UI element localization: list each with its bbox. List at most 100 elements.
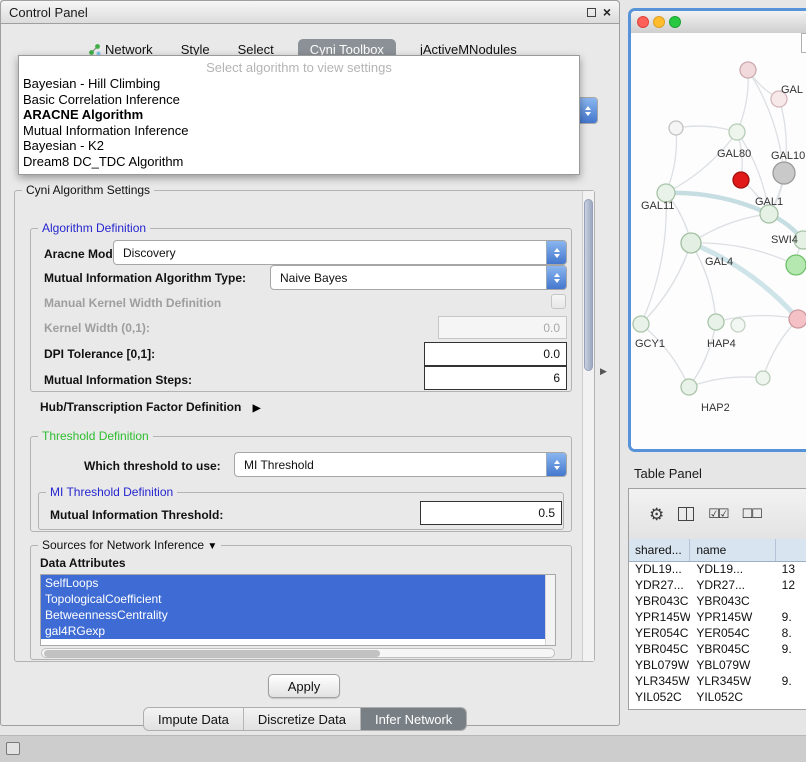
- network-node[interactable]: [708, 314, 724, 330]
- dpi-tolerance-field[interactable]: 0.0: [424, 342, 567, 366]
- attribute-item[interactable]: TopologicalCoefficient: [41, 591, 546, 607]
- column-header-name[interactable]: name: [690, 539, 775, 561]
- which-threshold-label: Which threshold to use:: [84, 459, 221, 473]
- settings-scrollbar-thumb[interactable]: [584, 199, 593, 371]
- table-row[interactable]: YER054CYER054C8.: [629, 625, 806, 641]
- network-edge: [763, 319, 798, 378]
- network-node[interactable]: [740, 62, 756, 78]
- algorithm-option-selected[interactable]: ARACNE Algorithm: [19, 107, 579, 123]
- dpi-tolerance-label: DPI Tolerance [0,1]:: [44, 347, 155, 361]
- network-node[interactable]: [633, 316, 649, 332]
- mi-steps-field[interactable]: 6: [424, 366, 567, 390]
- network-edge: [691, 243, 798, 319]
- network-edge: [666, 193, 769, 214]
- close-icon[interactable]: ×: [603, 6, 611, 18]
- mi-threshold-value: 0.5: [538, 506, 555, 520]
- tab-discretize-data[interactable]: Discretize Data: [243, 708, 360, 730]
- algorithm-option[interactable]: Bayesian - Hill Climbing: [19, 76, 579, 92]
- algorithm-option[interactable]: Dream8 DC_TDC Algorithm: [19, 154, 579, 170]
- attribute-item[interactable]: SelfLoops: [41, 575, 546, 591]
- network-node[interactable]: [756, 371, 770, 385]
- network-node[interactable]: [669, 121, 683, 135]
- algorithm-definition-title: Algorithm Definition: [38, 221, 150, 235]
- hub-definition-disclosure[interactable]: Hub/Transcription Factor Definition ▶: [40, 400, 260, 416]
- network-canvas[interactable]: GALGAL80GAL10GAL11GAL1SWI4GAL4GCY1HAP4HA…: [631, 33, 806, 449]
- network-node[interactable]: [731, 318, 745, 332]
- table-cell: YLR345W: [690, 673, 775, 689]
- apply-button[interactable]: Apply: [268, 674, 340, 698]
- network-node[interactable]: [789, 310, 806, 328]
- column-header-extra[interactable]: [776, 539, 806, 561]
- network-edge: [666, 128, 677, 193]
- canvas-corner-box[interactable]: [801, 33, 806, 53]
- table-cell: 9.: [776, 641, 806, 657]
- table-row[interactable]: YDL19...YDL19...13: [629, 561, 806, 577]
- manual-kernel-checkbox[interactable]: [551, 294, 566, 309]
- network-node[interactable]: [729, 124, 745, 140]
- sources-title: Sources for Network Inference: [42, 538, 204, 552]
- table-cell: YBR045C: [690, 641, 775, 657]
- network-edge: [737, 70, 748, 132]
- table-cell: YBR043C: [690, 593, 775, 609]
- splitter-collapse-arrow[interactable]: ▶: [600, 366, 607, 377]
- cyni-mode-tabs: Impute Data Discretize Data Infer Networ…: [143, 707, 467, 731]
- attributes-scrollbar-track[interactable]: [545, 575, 555, 645]
- deselect-all-checkboxes-icon[interactable]: ☐☐: [742, 506, 761, 522]
- algorithm-option[interactable]: Basic Correlation Inference: [19, 92, 579, 108]
- table-row[interactable]: YBR045CYBR045C9.: [629, 641, 806, 657]
- network-node[interactable]: [681, 233, 701, 253]
- mi-steps-value: 6: [553, 371, 560, 385]
- chevron-down-icon: ▼: [207, 541, 217, 552]
- columns-icon[interactable]: [678, 507, 694, 521]
- aracne-mode-combo[interactable]: Discovery: [113, 240, 567, 265]
- control-panel-title: Control Panel: [9, 5, 88, 20]
- which-threshold-combo[interactable]: MI Threshold: [234, 452, 567, 477]
- horizontal-scrollbar-track[interactable]: [41, 648, 555, 658]
- network-edge: [641, 324, 689, 387]
- network-node-label: GAL10: [771, 150, 805, 162]
- table-cell: YBL079W: [629, 657, 690, 673]
- algorithm-dropdown-popup: Select algorithm to view settings Bayesi…: [18, 55, 580, 175]
- sources-disclosure[interactable]: Sources for Network Inference ▼: [38, 538, 221, 554]
- table-row[interactable]: YLR345WYLR345W9.: [629, 673, 806, 689]
- network-edge: [689, 377, 763, 387]
- zoom-traffic-light-icon[interactable]: [669, 16, 681, 28]
- network-node[interactable]: [773, 162, 795, 184]
- table-header-row: shared... name: [629, 539, 806, 562]
- minimized-panel-icon[interactable]: [6, 742, 20, 755]
- close-traffic-light-icon[interactable]: [637, 16, 649, 28]
- attribute-item[interactable]: gal4RGexp: [41, 623, 546, 639]
- table-cell: [776, 689, 806, 705]
- column-header-shared[interactable]: shared...: [629, 539, 690, 561]
- table-row[interactable]: YBR043CYBR043C: [629, 593, 806, 609]
- network-node-label: GAL: [781, 84, 803, 96]
- algorithm-option[interactable]: Mutual Information Inference: [19, 123, 579, 139]
- mi-threshold-field[interactable]: 0.5: [420, 501, 562, 525]
- network-node[interactable]: [786, 255, 806, 275]
- table-row[interactable]: YDR27...YDR27...12: [629, 577, 806, 593]
- combo-arrows-icon: [546, 266, 566, 289]
- table-row[interactable]: YPR145WYPR145W9.: [629, 609, 806, 625]
- algorithm-option[interactable]: Bayesian - K2: [19, 138, 579, 154]
- network-node-label: GCY1: [635, 338, 665, 350]
- minimize-traffic-light-icon[interactable]: [653, 16, 665, 28]
- network-node[interactable]: [681, 379, 697, 395]
- table-cell: [776, 657, 806, 673]
- table-row[interactable]: YBL079WYBL079W: [629, 657, 806, 673]
- gear-icon[interactable]: ⚙: [649, 506, 664, 523]
- network-edge: [689, 322, 716, 387]
- tab-impute-data[interactable]: Impute Data: [144, 708, 243, 730]
- table-row[interactable]: YIL052CYIL052C: [629, 689, 806, 705]
- combo-arrows-icon: [546, 241, 566, 264]
- kernel-width-field[interactable]: 0.0: [438, 316, 567, 339]
- select-all-checkboxes-icon[interactable]: ☑☑: [708, 506, 727, 522]
- table-cell: YIL052C: [690, 689, 775, 705]
- network-node[interactable]: [733, 172, 749, 188]
- attribute-item[interactable]: BetweennessCentrality: [41, 607, 546, 623]
- mi-type-combo[interactable]: Naive Bayes: [270, 265, 567, 290]
- table-cell: YIL052C: [629, 689, 690, 705]
- horizontal-scrollbar-thumb[interactable]: [44, 650, 380, 657]
- tab-infer-network[interactable]: Infer Network: [360, 708, 466, 730]
- settings-scrollbar-track[interactable]: [582, 191, 594, 661]
- float-window-icon[interactable]: [587, 8, 596, 17]
